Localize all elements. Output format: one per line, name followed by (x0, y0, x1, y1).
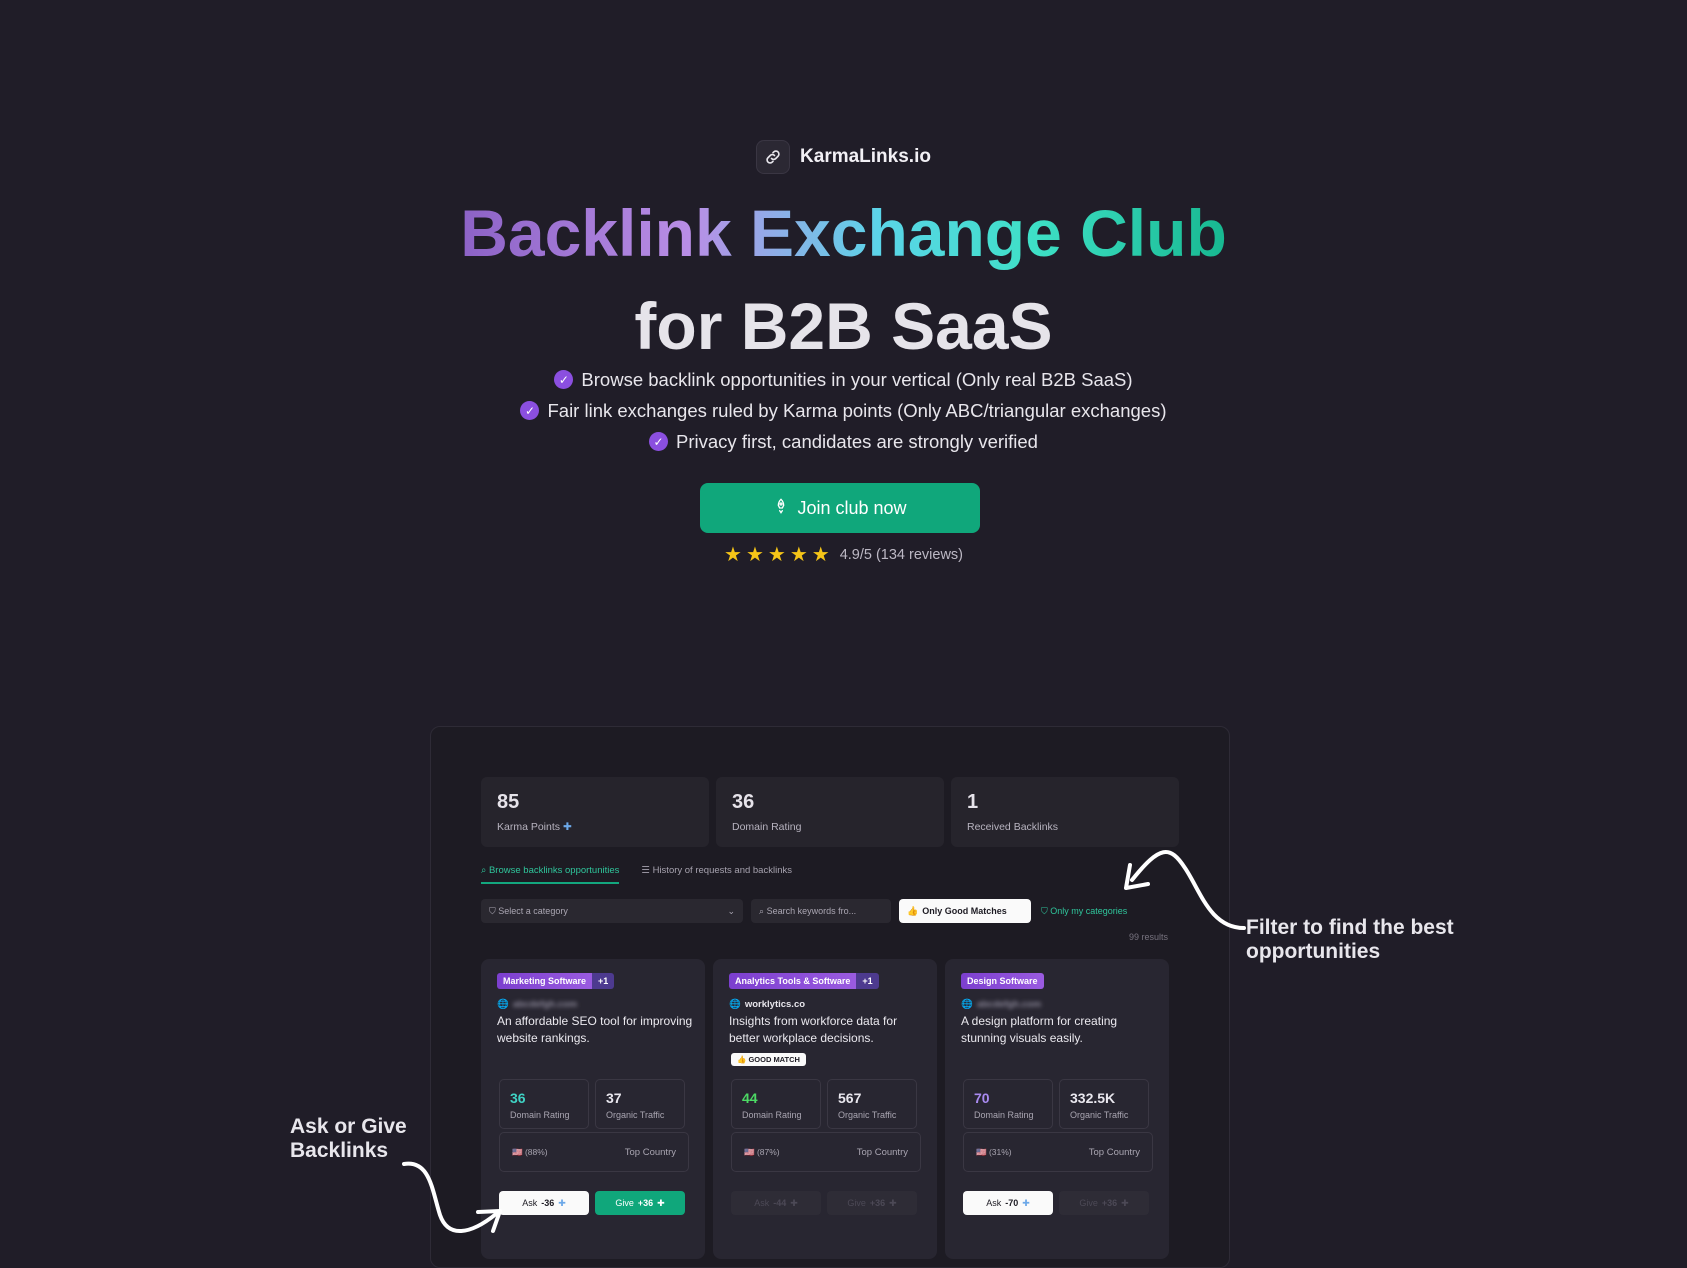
arrow-to-ask (402, 1161, 498, 1233)
arrow-to-filter (1130, 850, 1246, 930)
annotation-arrows (402, 850, 1246, 1233)
